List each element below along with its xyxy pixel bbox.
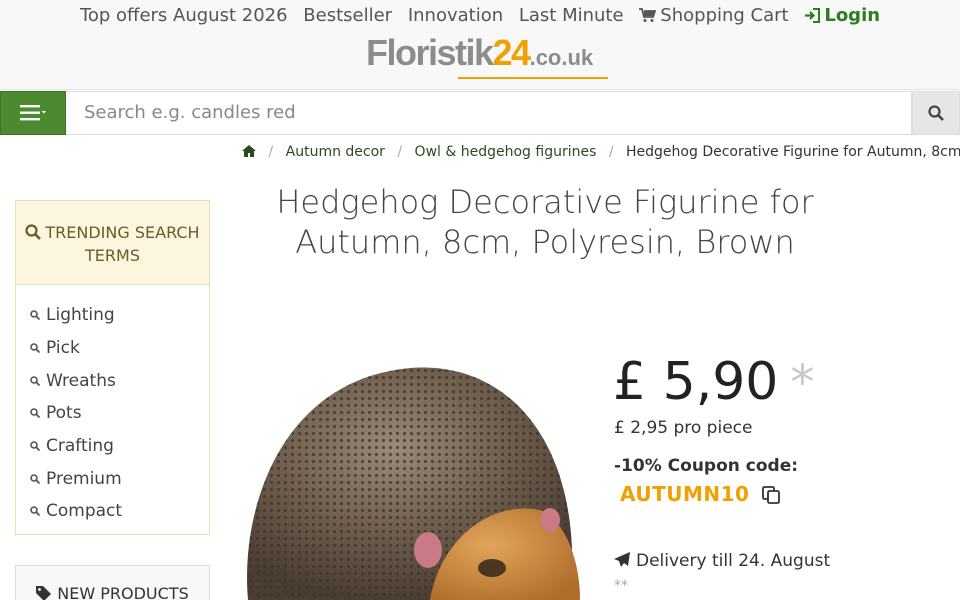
trending-header: TRENDING SEARCH TERMS [16, 201, 209, 285]
trending-item-label: Wreaths [46, 370, 116, 391]
new-products-box[interactable]: NEW PRODUCTS [15, 565, 210, 600]
search-icon [25, 224, 42, 240]
copy-icon[interactable] [762, 486, 780, 504]
top-navigation: Top offers August 2026 Bestseller Innova… [0, 5, 960, 26]
search-icon [30, 375, 40, 386]
new-products-label: NEW PRODUCTS [57, 584, 189, 600]
nav-innovation[interactable]: Innovation [408, 5, 503, 26]
trending-item[interactable]: Wreaths [30, 364, 209, 397]
breadcrumb-separator: / [268, 144, 274, 160]
search-icon [30, 343, 40, 354]
price-value: £ 5,90 [613, 352, 779, 412]
logo-tld: .co.uk [529, 45, 594, 70]
nav-last-minute[interactable]: Last Minute [519, 5, 624, 26]
logo-underline [458, 77, 608, 79]
search-icon [30, 310, 40, 321]
nav-top-offers[interactable]: Top offers August 2026 [80, 5, 288, 26]
trending-item-label: Pick [46, 338, 80, 359]
delivery-footnote: ** [614, 578, 628, 594]
menu-toggle-button[interactable] [0, 91, 66, 135]
trending-item[interactable]: Crafting [30, 430, 209, 463]
coupon-code[interactable]: AUTUMN10 [620, 482, 749, 506]
paper-plane-icon [614, 552, 630, 567]
trending-item[interactable]: Premium [30, 462, 209, 495]
product-price: £ 5,90 * [613, 352, 814, 413]
trending-title: TRENDING SEARCH TERMS [45, 223, 200, 265]
nav-bestseller[interactable]: Bestseller [303, 5, 392, 26]
trending-item-label: Lighting [46, 305, 115, 326]
nav-login[interactable]: Login [804, 5, 880, 26]
breadcrumb-separator: / [397, 144, 403, 160]
search-input[interactable]: Search e.g. candles red [66, 91, 912, 135]
logo-wordmark: Floristik24.co.uk [366, 32, 593, 79]
breadcrumb: / Autumn decor / Owl & hedgehog figurine… [242, 144, 960, 160]
header: Top offers August 2026 Bestseller Innova… [0, 0, 960, 90]
trending-item-label: Compact [46, 501, 123, 522]
trending-item[interactable]: Pots [30, 397, 209, 430]
delivery-label: Delivery till 24. August [636, 551, 831, 571]
breadcrumb-owl-hedgehog[interactable]: Owl & hedgehog figurines [415, 144, 597, 160]
trending-item-label: Premium [46, 468, 122, 489]
hamburger-icon [20, 105, 46, 121]
home-icon[interactable] [242, 145, 256, 157]
trending-list: Lighting Pick Wreaths Pots Crafting Prem… [16, 285, 209, 528]
logo-word: Floristik [366, 32, 494, 73]
search-icon [30, 506, 40, 517]
breadcrumb-separator: / [608, 144, 614, 160]
breadcrumb-current: Hedgehog Decorative Figurine for Autumn,… [626, 144, 960, 160]
search-icon [30, 473, 40, 484]
logo-number: 24 [492, 32, 532, 73]
product-image-hedgehog[interactable] [240, 360, 580, 600]
search-icon [928, 105, 944, 121]
trending-item-label: Pots [46, 403, 82, 424]
search-icon [30, 441, 40, 452]
sign-in-icon [805, 8, 821, 23]
tag-icon [36, 586, 52, 600]
trending-item[interactable]: Compact [30, 495, 209, 528]
cart-label: Shopping Cart [660, 5, 789, 26]
trending-search-box: TRENDING SEARCH TERMS Lighting Pick Wrea… [15, 200, 210, 535]
breadcrumb-autumn-decor[interactable]: Autumn decor [286, 144, 385, 160]
trending-item-label: Crafting [46, 436, 114, 457]
trending-item[interactable]: Lighting [30, 299, 209, 332]
nav-shopping-cart[interactable]: Shopping Cart [639, 5, 789, 26]
cart-icon [639, 8, 657, 22]
login-label: Login [824, 5, 881, 26]
site-logo[interactable]: Floristik24.co.uk [366, 32, 610, 82]
price-asterisk: * [790, 355, 815, 411]
delivery-info: Delivery till 24. August [614, 551, 830, 571]
product-title: Hedgehog Decorative Figurine for Autumn,… [276, 183, 814, 261]
coupon-label: -10% Coupon code: [614, 456, 799, 476]
unit-price: £ 2,95 pro piece [614, 418, 753, 438]
search-button[interactable] [912, 91, 960, 135]
search-icon [30, 408, 40, 419]
trending-item[interactable]: Pick [30, 332, 209, 365]
